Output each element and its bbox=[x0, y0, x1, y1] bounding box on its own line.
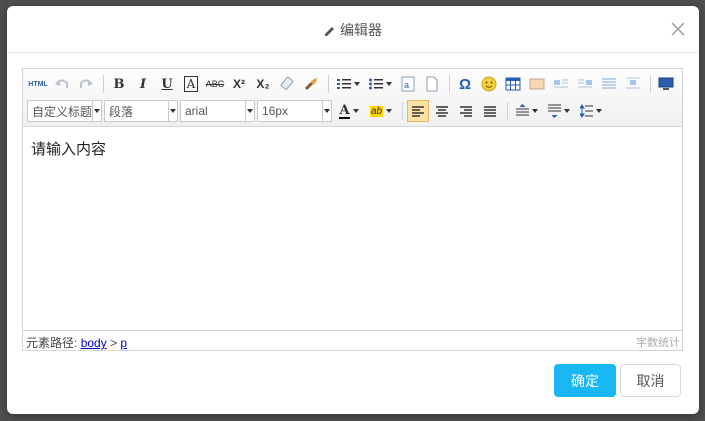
line-height-icon[interactable] bbox=[576, 100, 606, 122]
forecolor-label: A bbox=[339, 102, 350, 119]
eraser-icon[interactable] bbox=[276, 73, 298, 95]
path-body-link[interactable]: body bbox=[81, 336, 107, 350]
strikethrough-button[interactable]: ABC bbox=[204, 73, 226, 95]
superscript-button[interactable]: X² bbox=[228, 73, 250, 95]
undo-icon[interactable] bbox=[51, 73, 73, 95]
chevron-down-icon bbox=[168, 101, 177, 121]
toolbar-separator bbox=[650, 75, 651, 93]
paragraph-select[interactable]: 段落 bbox=[104, 100, 178, 122]
editor-toolbar: HTML B I U A ABC X² X₂ a Ω 自定义标题 段落 aria… bbox=[23, 69, 682, 127]
italic-button[interactable]: I bbox=[132, 73, 154, 95]
table-icon[interactable] bbox=[502, 73, 524, 95]
fontfamily-select[interactable]: arial bbox=[180, 100, 255, 122]
emoticon-icon[interactable] bbox=[478, 73, 500, 95]
pencil-icon bbox=[324, 24, 336, 40]
toolbar-separator bbox=[402, 102, 403, 120]
format-brush-icon[interactable] bbox=[300, 73, 322, 95]
svg-text:a: a bbox=[404, 80, 409, 90]
chevron-down-icon bbox=[245, 101, 254, 121]
editor-dialog: 编辑器 HTML B I U A ABC X² X₂ a Ω 自定义标题 段落 … bbox=[7, 6, 699, 414]
confirm-button[interactable]: 确定 bbox=[554, 364, 616, 397]
dialog-title: 编辑器 bbox=[7, 20, 699, 40]
row-spacing-top-icon[interactable] bbox=[512, 100, 542, 122]
customstyle-select[interactable]: 自定义标题 bbox=[27, 100, 102, 122]
close-icon[interactable] bbox=[671, 22, 685, 36]
chevron-down-icon bbox=[322, 101, 331, 121]
customstyle-value: 自定义标题 bbox=[32, 104, 92, 119]
special-char-button[interactable]: Ω bbox=[454, 73, 476, 95]
toolbar-separator bbox=[507, 102, 508, 120]
image-center-icon[interactable] bbox=[622, 73, 644, 95]
fontsize-value: 16px bbox=[262, 104, 289, 118]
preview-icon[interactable] bbox=[655, 73, 677, 95]
paragraph-value: 段落 bbox=[109, 104, 134, 119]
bold-button[interactable]: B bbox=[108, 73, 130, 95]
dialog-header: 编辑器 bbox=[7, 6, 699, 53]
word-count[interactable]: 字数统计 bbox=[636, 334, 680, 350]
toolbar-separator bbox=[328, 75, 329, 93]
cancel-button[interactable]: 取消 bbox=[620, 364, 681, 397]
align-right-image-icon[interactable] bbox=[574, 73, 596, 95]
toolbar-row-1: HTML B I U A ABC X² X₂ a Ω bbox=[27, 72, 679, 96]
editor-statusbar: 元素路径: body > p 字数统计 bbox=[23, 330, 682, 350]
redo-icon[interactable] bbox=[75, 73, 97, 95]
subscript-button[interactable]: X₂ bbox=[252, 73, 274, 95]
forecolor-button[interactable]: A bbox=[334, 100, 364, 122]
editor-content[interactable]: 请输入内容 bbox=[23, 128, 682, 333]
fontfamily-value: arial bbox=[185, 104, 208, 118]
underline-button[interactable]: U bbox=[156, 73, 178, 95]
image-icon[interactable] bbox=[526, 73, 548, 95]
rich-text-editor: HTML B I U A ABC X² X₂ a Ω 自定义标题 段落 aria… bbox=[22, 68, 683, 351]
page-break-icon[interactable] bbox=[421, 73, 443, 95]
dialog-title-text: 编辑器 bbox=[340, 22, 382, 38]
path-p-link[interactable]: p bbox=[120, 336, 127, 350]
image-none-icon[interactable] bbox=[598, 73, 620, 95]
align-justify-icon[interactable] bbox=[479, 100, 501, 122]
element-path-label: 元素路径: bbox=[26, 336, 78, 350]
backcolor-label: ab bbox=[369, 105, 384, 117]
unordered-list-icon[interactable] bbox=[365, 73, 395, 95]
chevron-down-icon bbox=[92, 101, 101, 121]
fontsize-select[interactable]: 16px bbox=[257, 100, 332, 122]
ordered-list-icon[interactable] bbox=[333, 73, 363, 95]
backcolor-button[interactable]: ab bbox=[366, 100, 396, 122]
align-center-icon[interactable] bbox=[431, 100, 453, 122]
toolbar-row-2: 自定义标题 段落 arial 16px A ab bbox=[27, 99, 608, 123]
fontborder-button[interactable]: A bbox=[180, 73, 202, 95]
row-spacing-bottom-icon[interactable] bbox=[544, 100, 574, 122]
align-left-icon[interactable] bbox=[407, 100, 429, 122]
align-left-image-icon[interactable] bbox=[550, 73, 572, 95]
html-source-button[interactable]: HTML bbox=[27, 73, 49, 95]
fontborder-label: A bbox=[183, 76, 199, 92]
insert-frame-icon[interactable]: a bbox=[397, 73, 419, 95]
path-separator: > bbox=[110, 336, 118, 350]
toolbar-separator bbox=[103, 75, 104, 93]
align-right-icon[interactable] bbox=[455, 100, 477, 122]
element-path: 元素路径: body > p bbox=[26, 334, 127, 351]
toolbar-separator bbox=[449, 75, 450, 93]
